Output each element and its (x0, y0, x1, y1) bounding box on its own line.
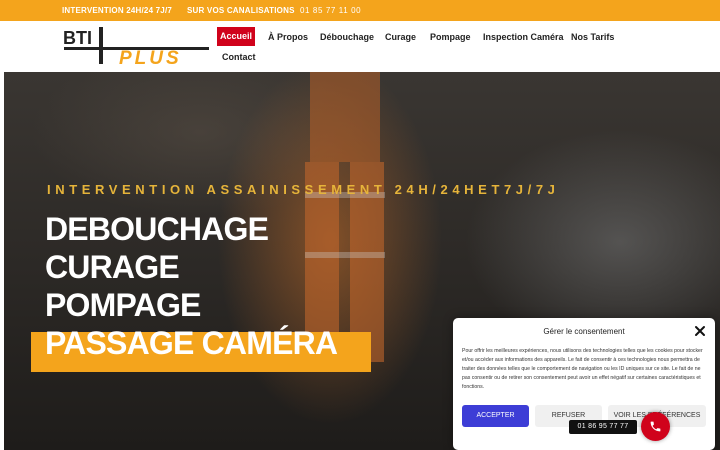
topbar-intervention: INTERVENTION 24H/24 7J/7 (62, 6, 173, 15)
worker-silhouette (305, 72, 385, 362)
logo-text-bottom: PLUS (119, 48, 182, 65)
nav-item-nos-tarifs[interactable]: Nos Tarifs (571, 32, 614, 42)
top-bar: INTERVENTION 24H/24 7J/7 SUR VOS CANALIS… (0, 0, 720, 21)
floating-phone-button[interactable] (641, 412, 670, 441)
site-header: BTI PLUS Accueil À Propos Débouchage Cur… (0, 21, 720, 72)
hero-line-debouchage: DEBOUCHAGE (45, 211, 269, 247)
consent-text: Pour offrir les meilleures expériences, … (462, 348, 703, 390)
close-icon[interactable] (694, 325, 706, 337)
floating-phone-number[interactable]: 01 86 95 77 77 (569, 420, 637, 434)
topbar-canalisations: SUR VOS CANALISATIONS (187, 6, 295, 15)
hero-line-passage-camera: PASSAGE CAMÉRA (45, 325, 338, 361)
nav-item-pompage[interactable]: Pompage (430, 32, 471, 42)
nav-item-debouchage[interactable]: Débouchage (320, 32, 374, 42)
hero-subtitle: INTERVENTION ASSAINISSEMENT 24H/24HET7J/… (47, 182, 560, 197)
nav-item-a-propos[interactable]: À Propos (268, 32, 308, 42)
nav-item-contact[interactable]: Contact (222, 52, 256, 62)
nav-item-accueil[interactable]: Accueil (217, 27, 255, 46)
topbar-phone[interactable]: 01 85 77 11 00 (300, 6, 361, 15)
hero-line-pompage: POMPAGE (45, 287, 201, 323)
site-logo[interactable]: BTI PLUS (63, 27, 211, 65)
nav-item-curage[interactable]: Curage (385, 32, 416, 42)
hero-edge (0, 72, 4, 450)
nav-item-inspection-camera[interactable]: Inspection Caméra (483, 32, 564, 42)
logo-text-top: BTI (63, 28, 92, 48)
phone-icon (650, 421, 661, 432)
consent-title: Gérer le consentement (543, 327, 625, 336)
hero-line-curage: CURAGE (45, 249, 180, 285)
accept-button[interactable]: ACCEPTER (462, 405, 529, 427)
